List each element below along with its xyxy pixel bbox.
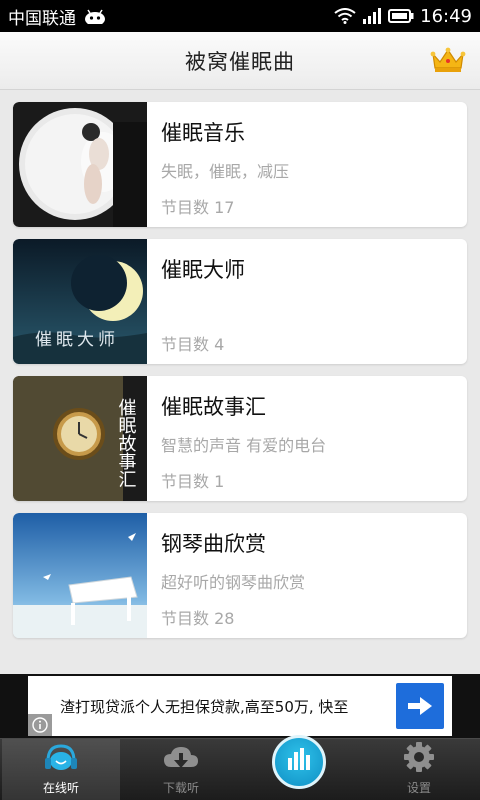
program-title: 催眠大师 — [161, 258, 245, 282]
title-bar: 被窝催眠曲 — [0, 32, 480, 90]
bottom-nav: 在线听 下载听 设置 — [0, 735, 480, 800]
program-subtitle: 失眠，催眠，减压 — [161, 162, 290, 181]
program-title: 催眠音乐 — [161, 121, 245, 145]
headphones-icon — [44, 743, 78, 777]
info-icon[interactable] — [28, 714, 52, 736]
program-thumbnail — [13, 513, 147, 638]
program-thumbnail — [13, 102, 147, 227]
download-icon — [163, 745, 199, 777]
program-list: 催眠音乐 失眠，催眠，减压 节目数 17 催眠大师 催眠大师 节目数 4 催眠故… — [13, 102, 467, 650]
ad-banner[interactable]: 渣打现贷派个人无担保贷款,高至50万, 快至 — [0, 674, 480, 738]
status-bar: 中国联通 16:49 — [0, 0, 480, 32]
page-title: 被窝催眠曲 — [185, 49, 295, 74]
crown-icon[interactable] — [430, 46, 466, 74]
ad-content[interactable]: 渣打现贷派个人无担保贷款,高至50万, 快至 — [28, 676, 452, 736]
ad-text: 渣打现贷派个人无担保贷款,高至50万, 快至 — [60, 698, 349, 716]
nav-download-listen[interactable]: 下载听 — [122, 739, 240, 800]
program-card[interactable]: 钢琴曲欣赏 超好听的钢琴曲欣赏 节目数 28 — [13, 513, 467, 638]
nav-label: 在线听 — [42, 781, 79, 795]
now-playing-button[interactable] — [272, 735, 326, 789]
nav-label: 设置 — [406, 781, 431, 795]
program-subtitle: 智慧的声音 有爱的电台 — [161, 436, 327, 455]
thumbnail-caption: 催眠大师 — [35, 330, 119, 350]
gear-icon — [403, 741, 435, 777]
program-card[interactable]: 催眠故事汇 催眠故事汇 智慧的声音 有爱的电台 节目数 1 — [13, 376, 467, 501]
arrow-right-icon[interactable] — [396, 683, 444, 729]
battery-icon — [388, 8, 414, 24]
program-count: 节目数 1 — [161, 472, 225, 491]
program-count: 节目数 17 — [161, 198, 235, 217]
program-card[interactable]: 催眠音乐 失眠，催眠，减压 节目数 17 — [13, 102, 467, 227]
program-title: 催眠故事汇 — [161, 395, 266, 419]
program-count: 节目数 4 — [161, 335, 225, 354]
equalizer-icon — [287, 748, 311, 774]
nav-label: 下载听 — [162, 781, 199, 795]
nav-online-listen[interactable]: 在线听 — [2, 739, 120, 800]
program-title: 钢琴曲欣赏 — [161, 532, 266, 556]
wifi-icon — [334, 8, 356, 24]
program-subtitle: 超好听的钢琴曲欣赏 — [161, 573, 306, 592]
nav-settings[interactable]: 设置 — [360, 739, 478, 800]
program-thumbnail: 催眠故事汇 — [13, 376, 147, 501]
clock: 16:49 — [420, 5, 472, 27]
android-robot-icon — [84, 8, 106, 24]
signal-icon — [362, 8, 382, 24]
program-thumbnail: 催眠大师 — [13, 239, 147, 364]
program-card[interactable]: 催眠大师 催眠大师 节目数 4 — [13, 239, 467, 364]
carrier-name: 中国联通 — [8, 8, 76, 29]
thumbnail-caption: 催眠故事汇 — [116, 398, 137, 488]
program-count: 节目数 28 — [161, 609, 235, 628]
